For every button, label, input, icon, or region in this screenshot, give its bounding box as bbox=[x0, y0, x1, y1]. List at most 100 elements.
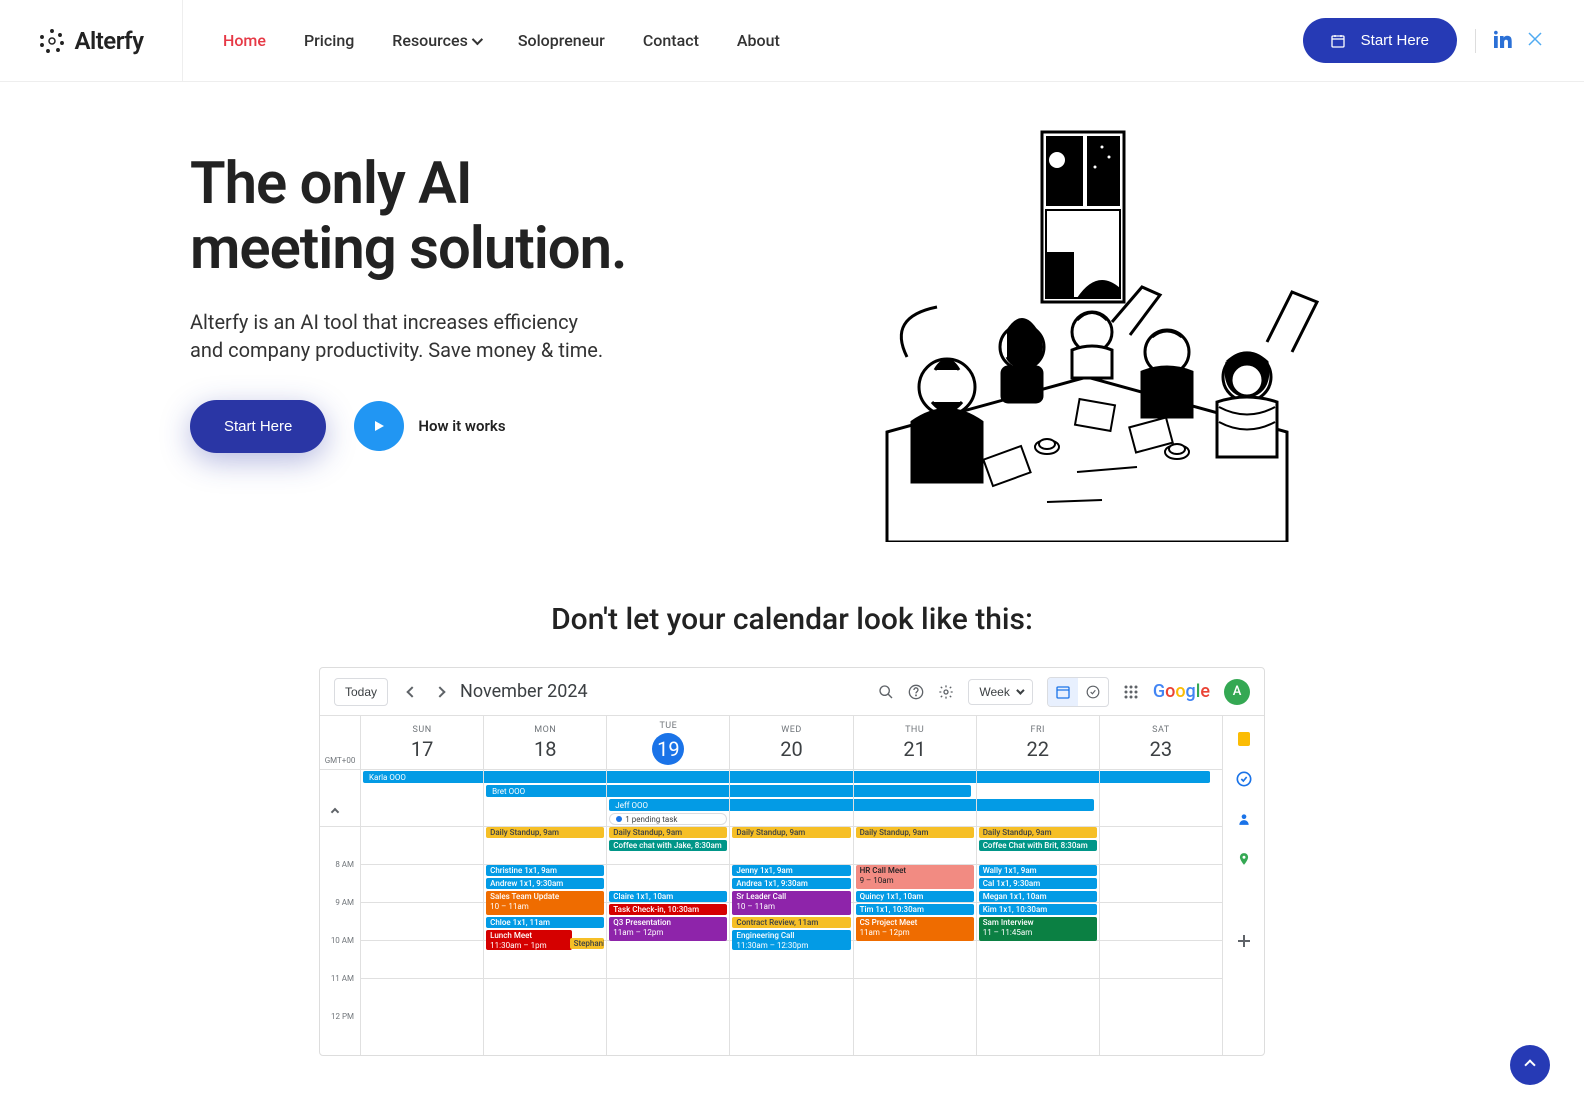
meeting-illustration bbox=[847, 122, 1327, 542]
hero-start-button[interactable]: Start Here bbox=[190, 400, 326, 453]
day-name: SUN bbox=[413, 725, 432, 735]
calendar-event[interactable]: Daily Standup, 9am bbox=[486, 827, 604, 838]
calendar-event[interactable]: HR Call Meet9 – 10am bbox=[856, 865, 974, 889]
calendar-event[interactable]: Sam Interview11 – 11:45am bbox=[979, 917, 1097, 941]
calendar-event[interactable]: Daily Standup, 9am bbox=[979, 827, 1097, 838]
view-selector[interactable]: Week bbox=[968, 679, 1032, 705]
calendar-event[interactable]: Quincy 1x1, 10am bbox=[856, 891, 974, 902]
calendar-event[interactable]: Daily Standup, 9am bbox=[856, 827, 974, 838]
day-number: 21 bbox=[903, 737, 925, 761]
allday-section: Karla OOOBret OOOJeff OOO1 pending task bbox=[320, 770, 1222, 827]
day-number: 20 bbox=[780, 737, 802, 761]
calendar-event[interactable]: Wally 1x1, 9am bbox=[979, 865, 1097, 876]
calendar-event[interactable]: CS Project Meet11am – 12pm bbox=[856, 917, 974, 941]
calendar-event[interactable]: Chloe 1x1, 11am bbox=[486, 917, 604, 928]
day-number: 18 bbox=[534, 737, 556, 761]
nav-contact[interactable]: Contact bbox=[643, 31, 699, 50]
section2-title: Don't let your calendar look like this: bbox=[0, 602, 1584, 637]
start-here-label: Start Here bbox=[1361, 32, 1429, 49]
calendar-event[interactable]: Cal 1x1, 9:30am bbox=[979, 878, 1097, 889]
apps-icon[interactable] bbox=[1123, 684, 1139, 700]
expand-icon[interactable] bbox=[332, 805, 338, 818]
google-logo: Google bbox=[1153, 681, 1210, 702]
hero-subtitle: Alterfy is an AI tool that increases eff… bbox=[190, 308, 610, 364]
calendar-event[interactable]: Task Check-in, 10:30am bbox=[609, 904, 727, 915]
calendar-event[interactable]: Stephanie/Andrew bbox=[570, 938, 605, 949]
nav-resources[interactable]: Resources bbox=[392, 31, 480, 50]
calendar-event[interactable]: Claire 1x1, 10am bbox=[609, 891, 727, 902]
add-addon-icon[interactable] bbox=[1235, 932, 1253, 950]
nav-resources-label: Resources bbox=[392, 31, 468, 50]
contacts-icon[interactable] bbox=[1235, 810, 1253, 828]
calendar-event[interactable]: Daily Standup, 9am bbox=[609, 827, 727, 838]
calendar-event[interactable]: Coffee Chat with Brit, 8:30am bbox=[979, 840, 1097, 851]
linkedin-icon[interactable] bbox=[1494, 30, 1512, 52]
grid-column[interactable]: Daily Standup, 9am Christine 1x1, 9am Andr… bbox=[483, 827, 606, 1055]
logo-icon bbox=[38, 27, 66, 55]
hour-label: 9 AM bbox=[320, 898, 360, 936]
hour-label: 10 AM bbox=[320, 936, 360, 974]
pending-task[interactable]: 1 pending task bbox=[609, 813, 727, 825]
calendar-event[interactable]: Jenny 1x1, 9am bbox=[732, 865, 850, 876]
calendar-event[interactable]: Andrew 1x1, 9:30am bbox=[486, 878, 604, 889]
month-label: November 2024 bbox=[460, 681, 588, 702]
calendar-event[interactable]: Megan 1x1, 10am bbox=[979, 891, 1097, 902]
settings-icon[interactable] bbox=[938, 684, 954, 700]
calendar-event[interactable]: Christine 1x1, 9am bbox=[486, 865, 604, 876]
hero-section: The only AI meeting solution. Alterfy is… bbox=[0, 82, 1584, 602]
day-column[interactable]: THU 21 bbox=[853, 716, 976, 769]
nav-solopreneur[interactable]: Solopreneur bbox=[518, 31, 605, 50]
user-avatar[interactable]: A bbox=[1224, 679, 1250, 705]
help-icon[interactable] bbox=[908, 684, 924, 700]
tasks-view-button[interactable] bbox=[1078, 678, 1108, 706]
calendar-mock: Today November 2024 Week Google A bbox=[319, 667, 1265, 1056]
grid-column[interactable]: Daily Standup, 9am Jenny 1x1, 9am Andrea 1… bbox=[729, 827, 852, 1055]
day-column[interactable]: MON18 bbox=[483, 716, 606, 769]
calendar-event[interactable]: Q3 Presentation11am – 12pm bbox=[609, 917, 727, 941]
divider bbox=[1475, 29, 1476, 53]
calendar-event[interactable]: Kim 1x1, 10:30am bbox=[979, 904, 1097, 915]
logo-text: Alterfy bbox=[74, 27, 143, 55]
nav-pricing[interactable]: Pricing bbox=[304, 31, 354, 50]
tasks-icon[interactable] bbox=[1235, 770, 1253, 788]
keep-icon[interactable] bbox=[1235, 730, 1253, 748]
today-button[interactable]: Today bbox=[334, 678, 388, 706]
logo[interactable]: Alterfy bbox=[0, 0, 183, 82]
calendar-view-button[interactable] bbox=[1048, 678, 1078, 706]
calendar-event[interactable]: Sales Team Update10 – 11am bbox=[486, 891, 604, 915]
how-it-works-button[interactable]: How it works bbox=[354, 401, 505, 451]
maps-icon[interactable] bbox=[1235, 850, 1253, 868]
day-name: FRI bbox=[1031, 725, 1045, 735]
grid-column[interactable] bbox=[1099, 827, 1222, 1055]
calendar-event[interactable]: Engineering Call11:30am – 12:30pm bbox=[732, 930, 850, 950]
day-column[interactable]: SUN 17 bbox=[360, 716, 483, 769]
grid-column[interactable] bbox=[360, 827, 483, 1055]
scroll-to-top-button[interactable] bbox=[1510, 1045, 1550, 1085]
nav-home[interactable]: Home bbox=[223, 31, 266, 50]
day-name: THU bbox=[905, 725, 924, 735]
calendar-event[interactable]: Andrea 1x1, 9:30am bbox=[732, 878, 850, 889]
day-column[interactable]: TUE 19 bbox=[606, 716, 729, 769]
calendar-event[interactable]: Tim 1x1, 10:30am bbox=[856, 904, 974, 915]
day-number: 17 bbox=[411, 737, 433, 761]
day-column[interactable]: FRI22 bbox=[976, 716, 1099, 769]
x-twitter-icon[interactable] bbox=[1526, 30, 1544, 52]
grid-column[interactable]: Daily Standup, 9am Coffee chat with Jake,… bbox=[606, 827, 729, 1055]
search-icon[interactable] bbox=[878, 684, 894, 700]
grid-column[interactable]: Daily Standup, 9am HR Call Meet9 – 10am Qu… bbox=[853, 827, 976, 1055]
grid-column[interactable]: Daily Standup, 9am Coffee Chat with Brit,… bbox=[976, 827, 1099, 1055]
how-it-works-label: How it works bbox=[418, 417, 505, 435]
day-column[interactable]: SAT23 bbox=[1099, 716, 1222, 769]
calendar-event[interactable]: Coffee chat with Jake, 8:30am bbox=[609, 840, 727, 851]
calendar-event[interactable]: Contract Review, 11am bbox=[732, 917, 850, 928]
day-column[interactable]: WED20 bbox=[729, 716, 852, 769]
day-number: 19 bbox=[652, 733, 684, 765]
nav-about[interactable]: About bbox=[737, 31, 780, 50]
next-week-button[interactable] bbox=[428, 680, 452, 704]
start-here-button[interactable]: Start Here bbox=[1303, 18, 1457, 63]
prev-week-button[interactable] bbox=[400, 680, 424, 704]
calendar-event[interactable]: Daily Standup, 9am bbox=[732, 827, 850, 838]
calendar-event[interactable]: Lunch Meet11:30am – 1pm bbox=[486, 930, 571, 950]
day-name: TUE bbox=[659, 721, 677, 731]
calendar-event[interactable]: Sr Leader Call10 – 11am bbox=[732, 891, 850, 915]
